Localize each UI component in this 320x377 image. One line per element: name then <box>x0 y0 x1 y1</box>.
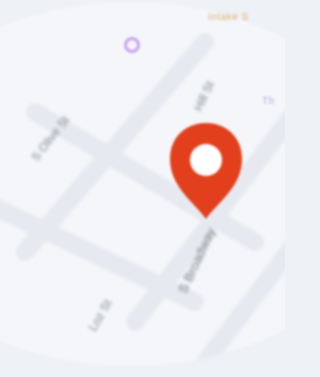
street-label-lower-left: Loz St <box>85 296 114 333</box>
map-pin-icon[interactable] <box>160 115 252 221</box>
map-viewport[interactable]: S Olive St Hill St S Broadway Loz St Int… <box>0 0 285 377</box>
poi-label-side[interactable]: Th <box>262 96 275 107</box>
street-label-hill-st: Hill St <box>191 78 217 113</box>
poi-dot-icon[interactable] <box>124 37 140 53</box>
poi-label-top[interactable]: Intake S <box>208 12 249 23</box>
